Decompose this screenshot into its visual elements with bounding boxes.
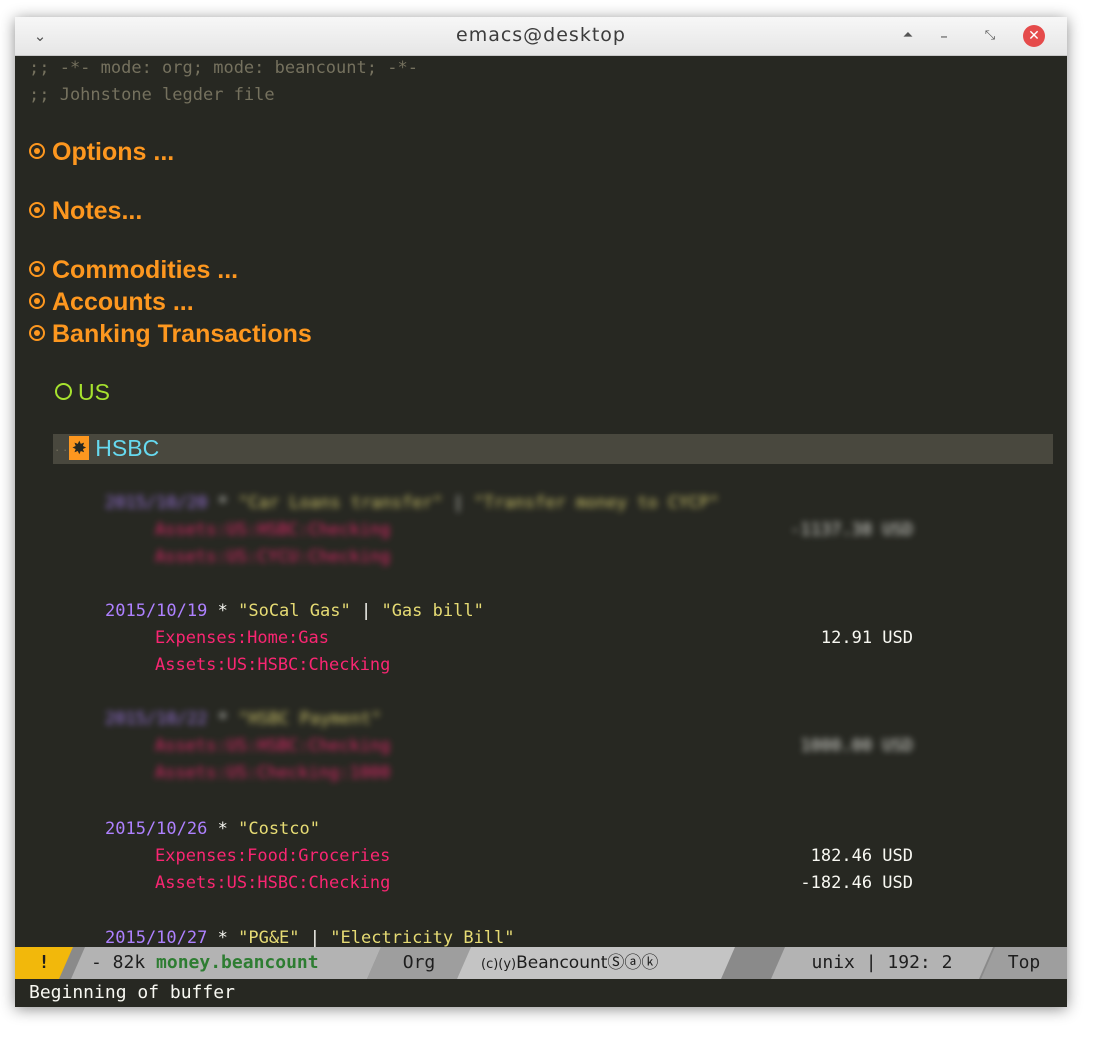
heading-label: Options ... [52,138,175,166]
org-subheading-us[interactable]: US [55,379,110,406]
bullet-icon [29,325,45,342]
bullet-icon [29,202,45,219]
subheading-label: US [78,379,110,405]
close-icon[interactable]: ✕ [1023,25,1045,47]
star-bullet-icon: ✸ [69,435,90,460]
posting-amount: 1000.00 USD [800,736,913,756]
org-heading-banking[interactable]: Banking Transactions [29,320,312,349]
echo-area: Beginning of buffer [15,979,1067,1007]
org-heading-notes[interactable]: Notes... [29,197,142,226]
comment-line: ;; Johnstone legder file [29,85,275,105]
posting-account: Assets:US:HSBC:Checking [155,655,391,675]
warning-icon[interactable]: ! [15,947,73,979]
transaction-header: 2015/10/20 * "Car Loans transfer" | "Tra… [105,493,720,513]
editor-buffer[interactable]: ;; -*- mode: org; mode: beancount; -*- ;… [15,56,1067,947]
org-heading-options[interactable]: Options ... [29,138,174,167]
heading-label: Commodities ... [52,256,239,284]
comment-line: ;; -*- mode: org; mode: beancount; -*- [29,58,418,78]
posting-account: Assets:US:Checking:1000 [155,763,391,783]
buffer-position: Top [981,947,1067,979]
heading-label: Notes... [52,197,143,225]
posting-account: Expenses:Home:Gas [155,628,329,648]
posting-account: Expenses:Food:Groceries [155,846,391,866]
org-heading-hsbc[interactable]: · · ✸ HSBC [55,435,159,462]
eject-icon[interactable]: ⏶ [897,25,919,47]
transaction-header: 2015/10/27 * "PG&E" | "Electricity Bill" [105,928,515,947]
title-bar: ⌄ emacs@desktop ⏶ – ⤡ ✕ [15,17,1067,56]
buffer-size: - 82k [91,952,157,973]
posting-amount: 12.91 USD [820,628,913,648]
minimize-icon[interactable]: – [933,25,955,47]
posting-account: Assets:US:CYCU:Checking [155,547,391,567]
mode-line: ! - 82k money.beancount Org (c)(y)Beanco… [15,947,1067,979]
transaction-header: 2015/10/22 * "HSBC Payment" [105,709,382,729]
minor-modes[interactable]: (c)(y)BeancountⓈⓐⓚ [457,947,735,979]
bullet-icon [29,261,45,278]
posting-account: Assets:US:HSBC:Checking [155,873,391,893]
bullet-icon [29,293,45,310]
buffer-info: - 82k money.beancount [71,947,381,979]
heading-label: Banking Transactions [52,320,312,348]
heading-label: Accounts ... [52,288,194,316]
current-line-highlight [53,434,1053,464]
indent-dots: · · [55,442,68,458]
org-heading-commodities[interactable]: Commodities ... [29,256,238,285]
circle-bullet-icon [55,383,72,401]
transaction-header: 2015/10/26 * "Costco" [105,819,320,839]
major-mode[interactable]: Org [367,947,471,979]
transaction-header: 2015/10/19 * "SoCal Gas" | "Gas bill" [105,601,484,621]
bullet-icon [29,143,45,160]
emacs-window: ⌄ emacs@desktop ⏶ – ⤡ ✕ ;; -*- mode: org… [15,17,1067,1007]
line-column-info: unix | 192: 2 [771,947,993,979]
heading-label: HSBC [95,435,160,461]
buffer-filename[interactable]: money.beancount [156,952,319,973]
posting-account: Assets:US:HSBC:Checking [155,736,391,756]
posting-amount: -1137.38 USD [790,520,913,540]
posting-amount: 182.46 USD [810,846,913,866]
restore-icon[interactable]: ⤡ [979,25,1001,47]
org-heading-accounts[interactable]: Accounts ... [29,288,194,317]
posting-amount: -182.46 USD [800,873,913,893]
posting-account: Assets:US:HSBC:Checking [155,520,391,540]
